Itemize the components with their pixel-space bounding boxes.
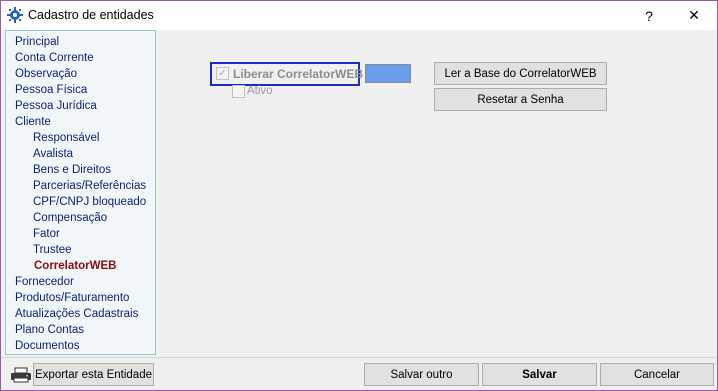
- nav-item-observacao[interactable]: Observação: [15, 66, 77, 82]
- checkmark-icon: ✓: [218, 68, 227, 79]
- nav-item-pessoa-juridica[interactable]: Pessoa Jurídica: [15, 98, 97, 114]
- help-button[interactable]: ?: [627, 1, 671, 30]
- footer-divider: [1, 357, 717, 358]
- nav-item-compensacao[interactable]: Compensação: [33, 210, 107, 226]
- dialog-window: Cadastro de entidades ? ✕ Principal Cont…: [0, 0, 718, 391]
- nav-item-conta-corrente[interactable]: Conta Corrente: [15, 50, 94, 66]
- nav-item-responsavel[interactable]: Responsável: [33, 130, 99, 146]
- export-entity-button[interactable]: Exportar esta Entidade: [33, 363, 154, 386]
- nav-item-principal[interactable]: Principal: [15, 34, 59, 50]
- save-other-button-label: Salvar outro: [390, 368, 453, 381]
- ativo-checkbox[interactable]: [232, 85, 245, 98]
- close-icon: ✕: [688, 7, 700, 23]
- nav-item-parcerias-referencias[interactable]: Parcerias/Referências: [33, 178, 146, 194]
- app-gear-icon: [7, 7, 23, 23]
- ler-base-button-label: Ler a Base do CorrelatorWEB: [444, 67, 597, 80]
- color-swatch[interactable]: [365, 64, 411, 83]
- resetar-senha-button[interactable]: Resetar a Senha: [434, 88, 607, 111]
- navigation-panel: Principal Conta Corrente Observação Pess…: [5, 30, 156, 355]
- ativo-checkbox-label: Ativo: [247, 85, 273, 97]
- cancel-button-label: Cancelar: [633, 368, 681, 381]
- resetar-senha-button-label: Resetar a Senha: [477, 93, 564, 106]
- nav-item-correlatorweb[interactable]: CorrelatorWEB: [34, 258, 116, 274]
- nav-item-pessoa-fisica[interactable]: Pessoa Física: [15, 82, 87, 98]
- ler-base-button[interactable]: Ler a Base do CorrelatorWEB: [434, 62, 607, 85]
- liberar-checkbox-label: Liberar CorrelatorWEB: [233, 67, 364, 81]
- nav-item-trustee[interactable]: Trustee: [33, 242, 72, 258]
- nav-item-fator[interactable]: Fator: [33, 226, 60, 242]
- liberar-checkbox[interactable]: ✓: [216, 67, 229, 80]
- nav-item-avalista[interactable]: Avalista: [33, 146, 73, 162]
- printer-icon[interactable]: [10, 367, 32, 383]
- help-icon: ?: [645, 7, 653, 24]
- save-button[interactable]: Salvar: [482, 363, 597, 386]
- cancel-button[interactable]: Cancelar: [600, 363, 714, 386]
- nav-item-documentos[interactable]: Documentos: [15, 338, 80, 354]
- close-button[interactable]: ✕: [672, 1, 716, 30]
- save-button-label: Salvar: [522, 368, 557, 381]
- save-other-button[interactable]: Salvar outro: [364, 363, 479, 386]
- nav-item-bens-e-direitos[interactable]: Bens e Direitos: [33, 162, 111, 178]
- nav-item-cpf-cnpj-bloqueado[interactable]: CPF/CNPJ bloqueado: [33, 194, 146, 210]
- nav-item-atualizacoes-cadastrais[interactable]: Atualizações Cadastrais: [15, 306, 138, 322]
- nav-item-fornecedor[interactable]: Fornecedor: [15, 274, 74, 290]
- title-bar: Cadastro de entidades ? ✕: [1, 1, 717, 30]
- export-entity-button-label: Exportar esta Entidade: [35, 368, 152, 381]
- nav-item-produtos-faturamento[interactable]: Produtos/Faturamento: [15, 290, 129, 306]
- nav-item-cliente[interactable]: Cliente: [15, 114, 51, 130]
- nav-item-plano-contas[interactable]: Plano Contas: [15, 322, 84, 338]
- window-title: Cadastro de entidades: [28, 8, 154, 22]
